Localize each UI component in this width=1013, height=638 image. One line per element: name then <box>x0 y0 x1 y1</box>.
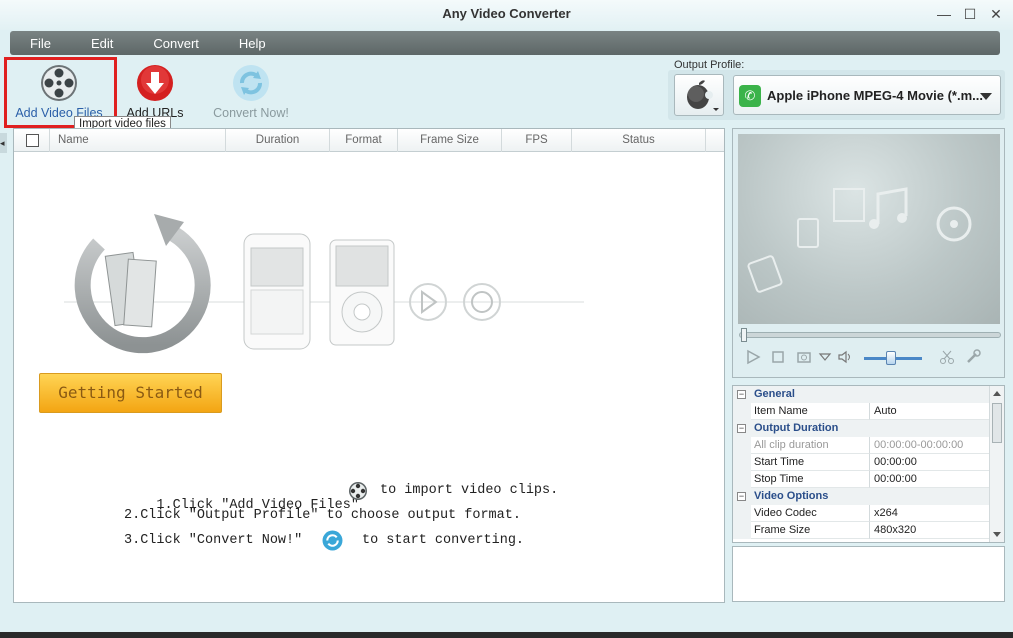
add-urls-button[interactable]: Add URLs <box>107 60 203 122</box>
preview-screen <box>738 134 1000 324</box>
menu-file[interactable]: File <box>30 36 51 51</box>
seek-bar[interactable] <box>739 332 1001 338</box>
volume-icon[interactable] <box>837 349 853 365</box>
title-bar: Any Video Converter — ☐ ✕ <box>0 0 1013 30</box>
property-key: Video Codec <box>751 505 870 522</box>
snapshot-icon[interactable] <box>796 349 812 365</box>
instruction-step-2: 2.Click "Output Profile" to choose outpu… <box>124 508 521 523</box>
select-all-checkbox[interactable] <box>26 134 39 147</box>
window-controls: — ☐ ✕ <box>937 5 1003 23</box>
property-row-frame-size[interactable]: Frame Size 480x320 <box>733 522 989 539</box>
scissors-icon[interactable] <box>939 349 955 365</box>
scrollbar-thumb[interactable] <box>992 403 1002 443</box>
group-general[interactable]: − General <box>733 386 989 403</box>
film-reel-icon <box>349 482 367 500</box>
menu-help[interactable]: Help <box>239 36 266 51</box>
output-profile-label: Output Profile: <box>674 59 745 71</box>
wrench-icon[interactable] <box>965 349 981 365</box>
scroll-up-icon[interactable] <box>993 391 1001 396</box>
group-video-options[interactable]: − Video Options <box>733 488 989 505</box>
output-profile-value: Apple iPhone MPEG-4 Movie (*.m... <box>767 88 983 103</box>
seek-thumb[interactable] <box>741 328 747 342</box>
media-watermark-graphic <box>747 187 972 293</box>
convert-icon <box>322 530 343 551</box>
column-duration[interactable]: Duration <box>226 129 330 152</box>
chevron-down-icon <box>980 93 992 100</box>
group-output-duration-label: Output Duration <box>754 422 839 434</box>
property-key: Frame Size <box>751 522 870 539</box>
property-value: 00:00:00-00:00:00 <box>870 437 989 454</box>
property-key: Start Time <box>751 454 870 471</box>
properties-grid: − General Item Name Auto − Output Durati… <box>732 385 1005 543</box>
convert-now-label: Convert Now! <box>213 106 289 120</box>
play-icon[interactable] <box>745 349 761 365</box>
file-list: Name Duration Format Frame Size FPS Stat… <box>13 128 725 603</box>
chevron-down-icon[interactable] <box>817 349 833 365</box>
volume-slider-thumb[interactable] <box>886 351 896 365</box>
collapse-icon[interactable]: − <box>737 424 746 433</box>
download-url-icon <box>135 63 175 103</box>
property-row-start-time[interactable]: Start Time 00:00:00 <box>733 454 989 471</box>
device-category-dropdown[interactable] <box>674 74 724 116</box>
property-value[interactable]: 00:00:00 <box>870 454 989 471</box>
collapse-icon[interactable]: − <box>737 390 746 399</box>
property-key: Stop Time <box>751 471 870 488</box>
maximize-button[interactable]: ☐ <box>963 5 977 23</box>
phone-icon: ✆ <box>739 85 761 107</box>
property-value[interactable]: 00:00:00 <box>870 471 989 488</box>
property-row-stop-time[interactable]: Stop Time 00:00:00 <box>733 471 989 488</box>
properties-scrollbar[interactable] <box>989 386 1004 542</box>
file-list-header: Name Duration Format Frame Size FPS Stat… <box>14 129 724 152</box>
preview-panel <box>732 128 1005 378</box>
output-profile-select[interactable]: ✆ Apple iPhone MPEG-4 Movie (*.m... <box>733 75 1001 115</box>
column-format[interactable]: Format <box>330 129 398 152</box>
menu-edit[interactable]: Edit <box>91 36 113 51</box>
property-value[interactable]: Auto <box>870 403 989 420</box>
collapse-handle[interactable]: ◂ <box>0 133 7 153</box>
convert-icon <box>231 63 271 103</box>
select-all-column <box>14 129 50 152</box>
menu-bar: File Edit Convert Help <box>10 31 1000 55</box>
property-row-all-clip-duration: All clip duration 00:00:00-00:00:00 <box>733 437 989 454</box>
minimize-button[interactable]: — <box>937 5 951 23</box>
column-frame-size[interactable]: Frame Size <box>398 129 502 152</box>
devices-illustration-graphic <box>64 214 584 354</box>
column-name[interactable]: Name <box>52 129 226 152</box>
apple-icon <box>687 80 719 111</box>
scroll-down-icon[interactable] <box>993 532 1001 537</box>
instruction-step-3-prefix: 3.Click "Convert Now!" <box>124 533 303 548</box>
group-general-label: General <box>754 388 795 400</box>
group-output-duration[interactable]: − Output Duration <box>733 420 989 437</box>
column-fps[interactable]: FPS <box>502 129 572 152</box>
menu-convert[interactable]: Convert <box>153 36 199 51</box>
instruction-step-3-suffix: to start converting. <box>362 533 525 548</box>
property-value[interactable]: 480x320 <box>870 522 989 539</box>
close-button[interactable]: ✕ <box>989 5 1003 23</box>
property-value[interactable]: x264 <box>870 505 989 522</box>
property-row-item-name[interactable]: Item Name Auto <box>733 403 989 420</box>
collapse-icon[interactable]: − <box>737 492 746 501</box>
stop-icon[interactable] <box>770 349 786 365</box>
property-key: Item Name <box>751 403 870 420</box>
convert-now-button[interactable]: Convert Now! <box>203 60 299 122</box>
column-status[interactable]: Status <box>572 129 706 152</box>
group-video-options-label: Video Options <box>754 490 829 502</box>
property-row-video-codec[interactable]: Video Codec x264 <box>733 505 989 522</box>
description-panel <box>732 546 1005 602</box>
getting-started-button[interactable]: Getting Started <box>39 373 222 413</box>
window-title: Any Video Converter <box>442 6 571 21</box>
taskbar-edge <box>0 632 1013 638</box>
instruction-step-1-suffix: to import video clips. <box>380 483 559 498</box>
property-key: All clip duration <box>751 437 870 454</box>
